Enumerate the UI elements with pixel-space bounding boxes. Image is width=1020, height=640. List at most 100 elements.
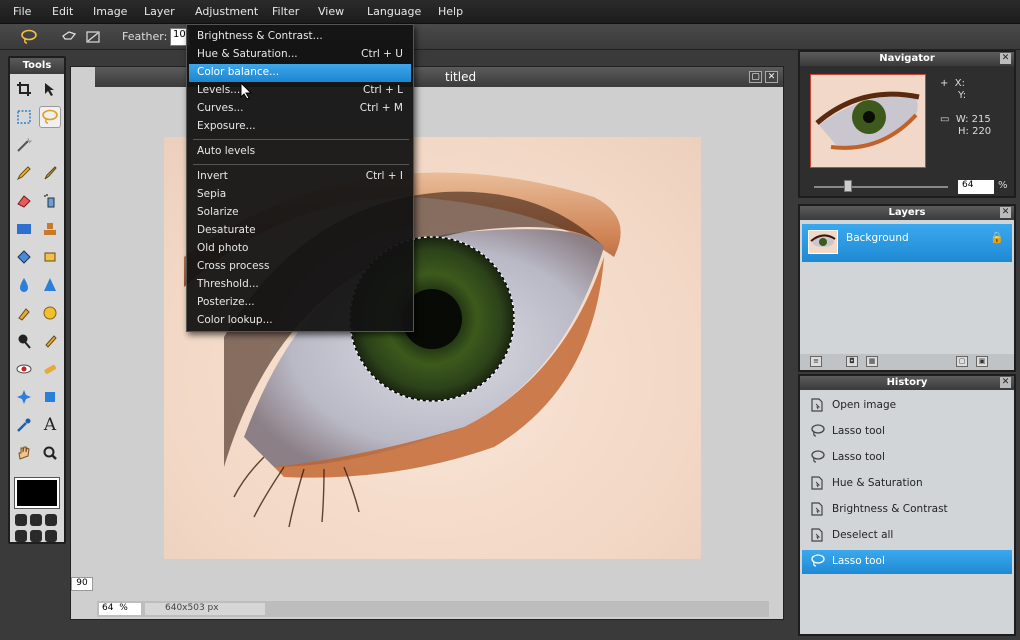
menu-separator bbox=[193, 164, 409, 165]
y-label: Y: bbox=[958, 90, 967, 101]
stamp-icon[interactable] bbox=[39, 218, 61, 240]
menu-item-cross-process[interactable]: Cross process bbox=[189, 258, 411, 276]
delete-layer-icon[interactable]: ▣ bbox=[976, 356, 988, 367]
menu-item-posterize[interactable]: Posterize... bbox=[189, 294, 411, 312]
menu-item-levels[interactable]: Levels... Ctrl + L bbox=[189, 82, 411, 100]
preset-dot[interactable] bbox=[45, 514, 57, 526]
magnetic-lasso-icon[interactable] bbox=[82, 27, 104, 47]
w-value: 215 bbox=[971, 114, 991, 125]
h-label: H: bbox=[958, 126, 969, 137]
polygon-lasso-icon[interactable] bbox=[58, 27, 80, 47]
bloat-icon[interactable] bbox=[13, 386, 35, 408]
new-layer-icon[interactable]: ▢ bbox=[956, 356, 968, 367]
zoom-icon[interactable] bbox=[39, 442, 61, 464]
layer-mask-icon[interactable]: ◘ bbox=[846, 356, 858, 367]
menu-edit[interactable]: Edit bbox=[52, 5, 73, 18]
history-item[interactable]: Lasso tool bbox=[802, 420, 1012, 444]
history-item[interactable]: Brightness & Contrast bbox=[802, 498, 1012, 522]
layers-panel: Layers ✕ Background 🔒 ≡ ◘ ▦ ▢ ▣ bbox=[798, 204, 1016, 372]
preset-dot[interactable] bbox=[30, 514, 42, 526]
history-item[interactable]: Lasso tool bbox=[802, 446, 1012, 470]
menu-item-brightness-contrast[interactable]: Brightness & Contrast... bbox=[189, 28, 411, 46]
menu-item-invert[interactable]: Invert Ctrl + I bbox=[189, 168, 411, 186]
history-item[interactable]: Deselect all bbox=[802, 524, 1012, 548]
item-label: Solarize bbox=[197, 206, 239, 218]
menu-language[interactable]: Language bbox=[367, 5, 421, 18]
dodge-icon[interactable] bbox=[13, 330, 35, 352]
menu-item-exposure[interactable]: Exposure... bbox=[189, 118, 411, 136]
color-picker-icon[interactable] bbox=[13, 414, 35, 436]
preset-dot[interactable] bbox=[45, 529, 57, 542]
menu-item-color-lookup[interactable]: Color lookup... bbox=[189, 312, 411, 330]
maximize-icon[interactable]: ▢ bbox=[749, 71, 762, 83]
menu-item-curves[interactable]: Curves... Ctrl + M bbox=[189, 100, 411, 118]
menu-item-hue-saturation[interactable]: Hue & Saturation... Ctrl + U bbox=[189, 46, 411, 64]
gradient-icon[interactable] bbox=[13, 218, 35, 240]
sponge-icon[interactable] bbox=[39, 302, 61, 324]
menu-view[interactable]: View bbox=[318, 5, 344, 18]
pencil-icon[interactable] bbox=[13, 162, 35, 184]
color-replace-icon[interactable] bbox=[13, 246, 35, 268]
burn-icon[interactable] bbox=[39, 330, 61, 352]
move-icon[interactable] bbox=[39, 78, 61, 100]
menu-item-desaturate[interactable]: Desaturate bbox=[189, 222, 411, 240]
layer-menu-icon[interactable]: ≡ bbox=[810, 356, 822, 367]
size-icon: ▭ bbox=[940, 114, 950, 125]
blur-icon[interactable] bbox=[13, 274, 35, 296]
navigator-info: + X: Y: ▭ W: 215 H: 220 bbox=[940, 78, 991, 138]
preset-dot[interactable] bbox=[15, 514, 27, 526]
spot-heal-icon[interactable] bbox=[39, 358, 61, 380]
history-item[interactable]: Lasso tool bbox=[802, 550, 1012, 574]
item-label: Sepia bbox=[197, 188, 227, 200]
draw-icon[interactable] bbox=[39, 246, 61, 268]
eraser-icon[interactable] bbox=[13, 190, 35, 212]
history-item[interactable]: Hue & Saturation bbox=[802, 472, 1012, 496]
menu-item-sepia[interactable]: Sepia bbox=[189, 186, 411, 204]
item-label: Old photo bbox=[197, 242, 249, 254]
red-eye-icon[interactable] bbox=[13, 358, 35, 380]
menu-filter[interactable]: Filter bbox=[272, 5, 299, 18]
lasso-icon[interactable] bbox=[18, 27, 40, 47]
navigator-thumbnail[interactable] bbox=[810, 74, 926, 168]
brush-icon[interactable] bbox=[39, 162, 61, 184]
smudge-icon[interactable] bbox=[13, 302, 35, 324]
menu-item-solarize[interactable]: Solarize bbox=[189, 204, 411, 222]
marquee-icon[interactable] bbox=[13, 106, 35, 128]
history-header: History ✕ bbox=[800, 376, 1014, 390]
close-icon[interactable]: ✕ bbox=[1000, 207, 1011, 218]
history-item-label: Open image bbox=[832, 399, 897, 411]
history-item[interactable]: Open image bbox=[802, 394, 1012, 418]
hand-icon[interactable] bbox=[13, 442, 35, 464]
menu-adjustment[interactable]: Adjustment bbox=[195, 5, 258, 18]
lasso-tool-icon[interactable] bbox=[39, 106, 61, 128]
layer-thumbnail bbox=[808, 230, 838, 254]
zoom-slider-track[interactable] bbox=[814, 186, 948, 188]
menu-item-old-photo[interactable]: Old photo bbox=[189, 240, 411, 258]
menu-help[interactable]: Help bbox=[438, 5, 463, 18]
color-swatch[interactable] bbox=[14, 477, 60, 509]
menu-item-threshold[interactable]: Threshold... bbox=[189, 276, 411, 294]
menu-file[interactable]: File bbox=[13, 5, 31, 18]
navigator-zoom-input[interactable]: 64 bbox=[958, 180, 994, 194]
spray-icon[interactable] bbox=[39, 190, 61, 212]
preset-dot[interactable] bbox=[15, 529, 27, 542]
close-icon[interactable]: ✕ bbox=[1000, 53, 1011, 64]
pinch-icon[interactable] bbox=[39, 386, 61, 408]
feather-label: Feather: bbox=[122, 30, 168, 43]
preset-dot[interactable] bbox=[30, 529, 42, 542]
close-icon[interactable]: ✕ bbox=[765, 71, 778, 83]
menu-image[interactable]: Image bbox=[93, 5, 127, 18]
close-icon[interactable]: ✕ bbox=[1000, 377, 1011, 388]
layer-row[interactable]: Background 🔒 bbox=[802, 224, 1012, 262]
menu-layer[interactable]: Layer bbox=[144, 5, 175, 18]
zoom-readout[interactable]: 64 % bbox=[99, 603, 141, 615]
menu-item-color-balance[interactable]: Color balance... bbox=[189, 64, 411, 82]
type-icon[interactable]: A bbox=[39, 414, 61, 436]
lock-icon[interactable]: 🔒 bbox=[990, 231, 1004, 244]
magic-wand-icon[interactable] bbox=[13, 134, 35, 156]
sharpen-icon[interactable] bbox=[39, 274, 61, 296]
layer-style-icon[interactable]: ▦ bbox=[866, 356, 878, 367]
crop-icon[interactable] bbox=[13, 78, 35, 100]
menu-item-auto-levels[interactable]: Auto levels bbox=[189, 143, 411, 161]
zoom-slider-handle[interactable] bbox=[844, 180, 852, 192]
